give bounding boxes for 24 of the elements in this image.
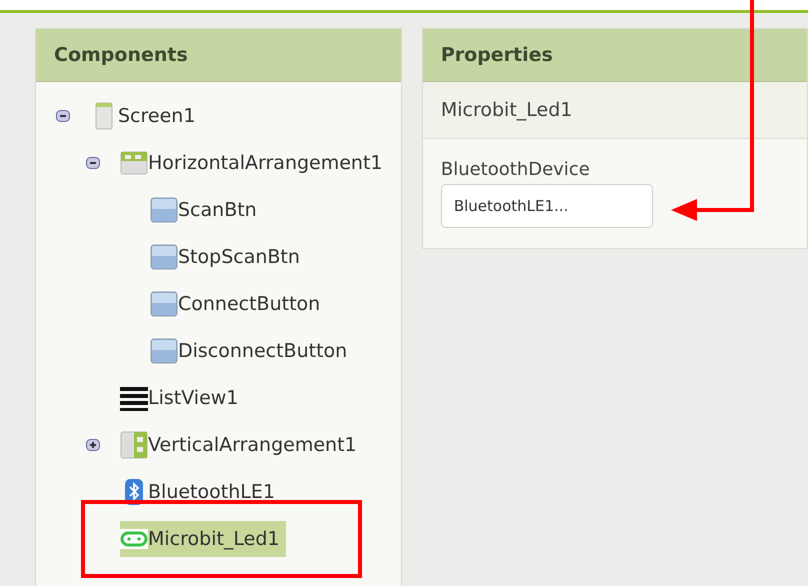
tree-item[interactable]: BluetoothLE1 bbox=[120, 474, 281, 510]
tree-item[interactable]: StopScanBtn bbox=[150, 238, 306, 274]
tree-item[interactable]: ConnectButton bbox=[150, 286, 326, 322]
tree-item[interactable]: ListView1 bbox=[120, 380, 244, 416]
arrangement-icon bbox=[120, 430, 148, 458]
arrangement-icon bbox=[120, 148, 148, 176]
tree-item[interactable]: ScanBtn bbox=[150, 192, 263, 228]
expand-icon[interactable] bbox=[86, 438, 100, 450]
component-name: Microbit_Led1 bbox=[422, 82, 807, 139]
tree-item[interactable]: HorizontalArrangement1 bbox=[120, 144, 389, 180]
tree-item[interactable]: Microbit_Led1 bbox=[120, 520, 286, 556]
tree-item[interactable]: VerticalArrangement1 bbox=[120, 426, 363, 462]
tree-item[interactable]: Screen1 bbox=[90, 98, 202, 134]
button-icon bbox=[150, 196, 178, 224]
button-icon bbox=[150, 290, 178, 318]
button-icon bbox=[150, 242, 178, 270]
button-icon bbox=[150, 336, 178, 364]
tree-item[interactable]: DisconnectButton bbox=[150, 332, 354, 368]
input-field[interactable]: BluetoothLE1... bbox=[440, 184, 653, 228]
property-label: BluetoothDevice bbox=[440, 159, 591, 180]
collapse-icon[interactable] bbox=[56, 110, 70, 122]
panel-title: Properties bbox=[422, 29, 807, 82]
panel-title: Components bbox=[36, 29, 401, 82]
collapse-icon[interactable] bbox=[86, 156, 100, 168]
